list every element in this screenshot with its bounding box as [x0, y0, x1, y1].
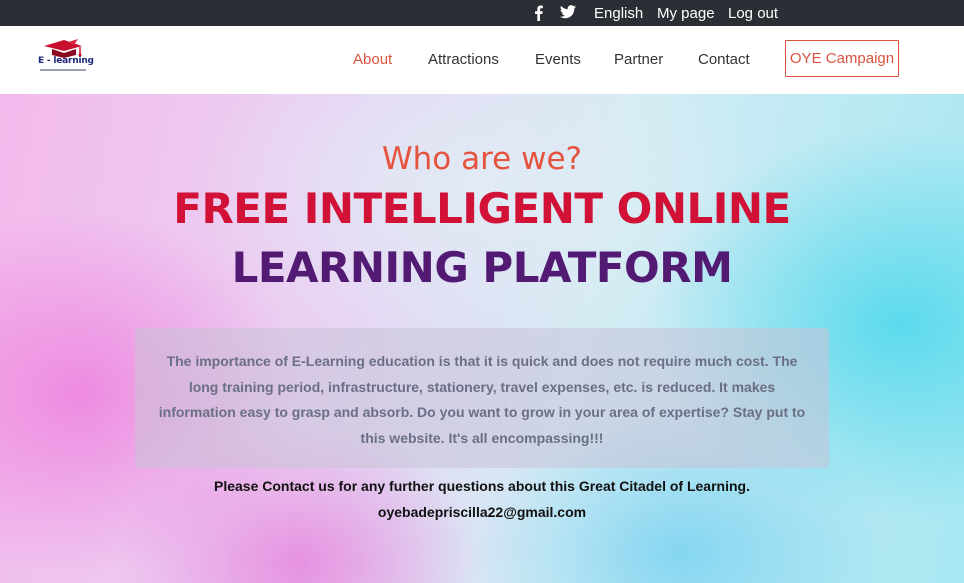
site-logo[interactable]: E - learning	[38, 39, 94, 81]
main-navbar: E - learning About Attractions Events Pa…	[0, 26, 964, 94]
contact-email[interactable]: oyebadepriscilla22@gmail.com	[0, 504, 964, 520]
language-link[interactable]: English	[594, 5, 643, 22]
nav-events[interactable]: Events	[535, 51, 581, 68]
nav-about[interactable]: About	[353, 51, 392, 68]
logo-tagline	[40, 69, 86, 71]
facebook-icon[interactable]	[533, 5, 544, 25]
logout-link[interactable]: Log out	[728, 5, 778, 22]
about-description: The importance of E-Learning education i…	[158, 353, 806, 446]
hero-eyebrow: Who are we?	[382, 141, 582, 177]
about-panel: The importance of E-Learning education i…	[135, 328, 829, 468]
hero-section: Who are we? FREE INTELLIGENT ONLINE LEAR…	[0, 94, 964, 583]
twitter-icon[interactable]	[560, 5, 576, 23]
oye-campaign-button[interactable]: OYE Campaign	[785, 40, 899, 77]
nav-partner[interactable]: Partner	[614, 51, 663, 68]
nav-contact[interactable]: Contact	[698, 51, 750, 68]
logo-text: E - learning	[38, 56, 94, 66]
contact-prompt: Please Contact us for any further questi…	[214, 478, 750, 494]
hero-title-line2: LEARNING PLATFORM	[231, 243, 733, 292]
top-utility-bar: English My page Log out	[0, 0, 964, 26]
nav-attractions[interactable]: Attractions	[428, 51, 499, 68]
hero-title-line1: FREE INTELLIGENT ONLINE	[173, 184, 791, 233]
my-page-link[interactable]: My page	[657, 5, 715, 22]
